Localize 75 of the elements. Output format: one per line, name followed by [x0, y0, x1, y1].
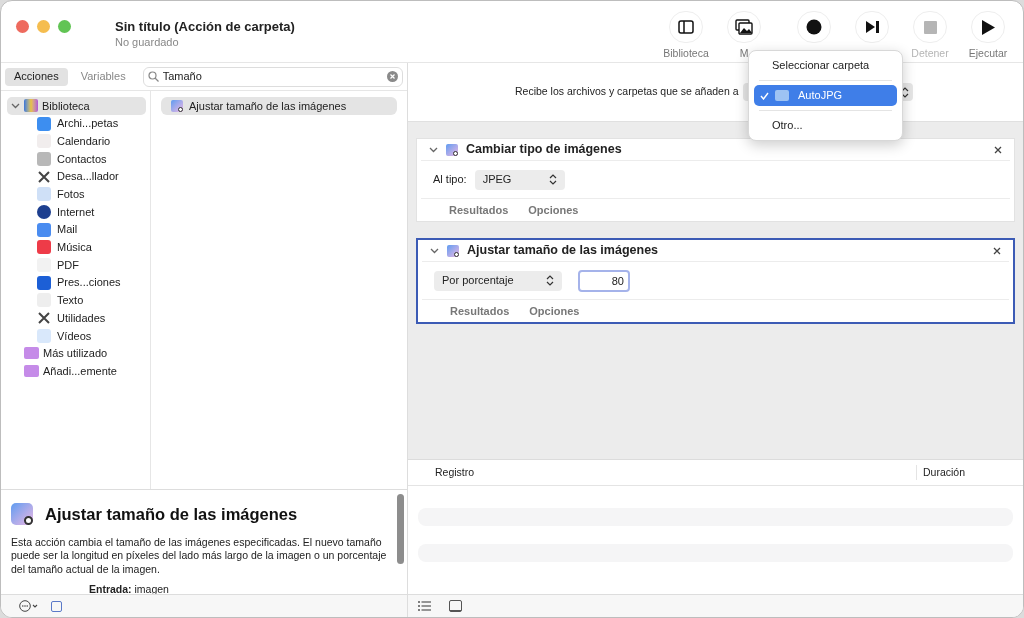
library-category[interactable]: Calendario [7, 132, 146, 151]
library-category[interactable]: Desa...llador [7, 167, 146, 186]
menu-item[interactable]: AutoJPG [754, 85, 897, 106]
disclosure-icon[interactable] [11, 101, 20, 111]
clear-icon[interactable] [387, 71, 398, 82]
scrollbar-thumb[interactable] [396, 494, 404, 564]
action-title: Cambiar tipo de imágenes [466, 141, 622, 159]
image-action-icon [447, 244, 459, 257]
folder-icon [24, 365, 39, 378]
card-tab[interactable]: Resultados [449, 201, 509, 219]
card-tab[interactable]: Resultados [450, 302, 510, 320]
library-category[interactable]: PDF [7, 256, 146, 274]
description-toggle-icon[interactable] [51, 600, 62, 612]
disclosure-icon[interactable] [429, 145, 438, 154]
library-category[interactable]: Música [7, 238, 146, 257]
record-icon [806, 19, 822, 35]
card-tab[interactable]: Opciones [528, 201, 579, 219]
type-select[interactable]: JPEG [474, 169, 565, 190]
tools-icon [37, 311, 51, 326]
library-category[interactable]: Internet [7, 203, 146, 221]
library-icon [24, 99, 38, 113]
close-icon[interactable] [994, 145, 1002, 154]
stop-icon [923, 20, 937, 34]
library-group[interactable]: Añadi...emente [7, 362, 146, 380]
column-header: Duración [916, 464, 1023, 481]
split-view-icon[interactable] [449, 600, 462, 612]
scale-mode-select[interactable]: Por porcentaje [434, 270, 562, 291]
description-title: Ajustar tamaño de las imágenes [45, 504, 298, 525]
tools-icon [37, 169, 51, 184]
library-category[interactable]: Pres...ciones [7, 273, 146, 292]
updown-icon [546, 275, 554, 286]
library-category[interactable]: Contactos [7, 150, 146, 168]
step-icon [864, 20, 880, 34]
library-tab[interactable]: Variables [71, 67, 135, 86]
description-text: Esta acción cambia el tamaño de las imágenes especificadas. El nuevo tamaño puede ser la longitud en píxeles del lado más largo de la imagen o un porcentaje del tamaño actual de la imagen. [11, 535, 388, 577]
menu-item[interactable]: Seleccionar carpeta [754, 55, 897, 76]
library-category[interactable]: Mail [7, 220, 146, 239]
close-window-button[interactable] [16, 20, 29, 33]
library-group[interactable]: Biblioteca [7, 97, 146, 115]
image-action-icon [171, 100, 183, 112]
sidebar-icon [678, 20, 694, 34]
more-menu-icon[interactable] [19, 600, 39, 612]
library-category[interactable]: Archi...petas [7, 114, 146, 133]
library-category[interactable]: Fotos [7, 185, 146, 204]
list-view-icon[interactable] [418, 601, 431, 611]
search-field[interactable]: Tamaño [142, 66, 403, 87]
library-category[interactable]: Utilidades [7, 309, 146, 327]
checkmark-icon [760, 91, 769, 100]
menu-item[interactable]: Otro... [754, 115, 897, 136]
card-tab[interactable]: Opciones [529, 302, 580, 320]
window-subtitle: No guardado [115, 35, 180, 49]
library-category[interactable]: Vídeos [7, 326, 146, 345]
toolbar-button[interactable]: Biblioteca [657, 11, 715, 62]
toolbar-button[interactable]: Ejecutar [959, 11, 1017, 62]
percentage-field[interactable]: 80 [578, 269, 630, 292]
close-icon[interactable] [993, 246, 1001, 255]
input-type-text: Entrada: imagen [88, 582, 170, 598]
action-title: Ajustar tamaño de las imágenes [467, 242, 659, 260]
play-icon [981, 19, 995, 35]
field-label: Al tipo: [433, 172, 467, 188]
folder-icon [24, 347, 39, 360]
image-action-icon [11, 503, 33, 526]
library-group[interactable]: Más utilizado [7, 344, 146, 363]
updown-icon [548, 174, 557, 185]
workflow-header-text: Recibe los archivos y carpetas que se añaden a [515, 84, 739, 100]
photos-icon [735, 19, 753, 35]
column-header: Registro [434, 464, 476, 480]
search-icon [147, 71, 159, 82]
window-title: Sin título (Acción de carpeta) [115, 19, 295, 35]
image-action-icon [446, 143, 458, 156]
library-category[interactable]: Texto [7, 291, 146, 310]
action-item[interactable]: Ajustar tamaño de las imágenes [161, 97, 397, 115]
library-tab[interactable]: Acciones [5, 67, 68, 86]
disclosure-icon[interactable] [430, 246, 439, 255]
folder-icon [775, 90, 789, 101]
